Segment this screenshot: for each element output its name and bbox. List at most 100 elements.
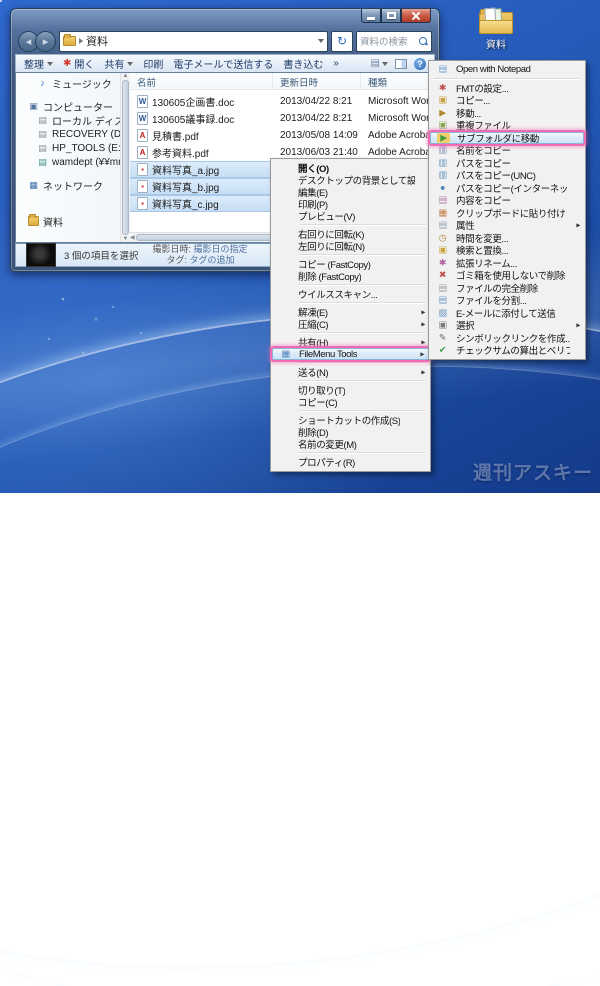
context-menu-item[interactable]: デスクトップの背景として設定(B) — [272, 174, 429, 186]
context-menu-item[interactable]: コピー (FastCopy) — [272, 258, 429, 270]
menu-item-label: パスをコピー(UNC) — [456, 171, 536, 182]
menu-item-label: パスをコピー(インターネット) — [456, 183, 570, 194]
sidebar-item[interactable]: ▤ RECOVERY (D:) — [16, 127, 120, 141]
context-menu-item[interactable]: 編集(E) — [272, 186, 429, 198]
submenu-item[interactable]: ▤ Open with Notepad — [430, 63, 584, 76]
submenu-item[interactable]: ▣ 重複ファイル — [430, 119, 584, 132]
breadcrumb-path[interactable]: 資料 — [86, 33, 108, 49]
menu-item-label: ウイルススキャン... — [298, 290, 378, 300]
file-modified: 2013/06/03 21:40 — [280, 147, 358, 158]
field-value[interactable]: 撮影日の指定 — [193, 244, 247, 254]
organize-button[interactable]: 整理 — [24, 56, 53, 71]
menu-item-label: 切り取り(T) — [298, 386, 346, 396]
submenu-item[interactable]: ▥ 名前をコピー — [430, 144, 584, 157]
share-button[interactable]: 共有 — [104, 56, 134, 71]
search-input[interactable]: 資料の検索 — [356, 30, 432, 52]
open-button[interactable]: ✱ 開く — [63, 56, 94, 71]
context-menu-item[interactable]: 右回りに回転(K) — [272, 228, 429, 240]
sidebar-item[interactable]: ▦ ネットワーク — [16, 178, 120, 193]
menu-item-label: Open with Notepad — [456, 63, 531, 75]
scrollbar-thumb[interactable] — [122, 80, 129, 235]
context-menu-item[interactable]: 左回りに回転(N) — [272, 240, 429, 252]
sidebar-item[interactable]: ♪ ミュージック — [16, 76, 120, 90]
column-header[interactable]: 更新日時 — [273, 73, 361, 89]
scroll-down-icon[interactable]: ▼ — [123, 236, 129, 242]
context-menu-item[interactable]: プロパティ(R) — [272, 456, 429, 468]
refresh-button[interactable]: ↻ — [331, 30, 353, 52]
context-menu-item[interactable]: 送る(N) ▸ — [272, 366, 429, 379]
context-menu-item[interactable]: コピー(C) — [272, 396, 429, 408]
burn-button[interactable]: 書き込む — [283, 56, 323, 71]
submenu-item[interactable]: ▤ ファイルを分割... — [430, 294, 584, 307]
file-name-cell: ▪ 資料写真_b.jpg — [130, 179, 273, 194]
address-dropdown-icon[interactable] — [318, 39, 324, 43]
context-menu-item[interactable]: プレビュー(V) — [272, 210, 429, 222]
preview-pane-button[interactable] — [395, 58, 407, 69]
context-menu-item[interactable]: 印刷(P) — [272, 198, 429, 210]
forward-button[interactable]: ▸ — [35, 30, 56, 52]
scroll-left-icon[interactable]: ◀ — [130, 234, 135, 241]
submenu-item[interactable]: ▥ パスをコピー — [430, 157, 584, 169]
address-bar[interactable]: 資料 — [59, 30, 328, 52]
file-row[interactable]: W 130605企画書.doc 2013/04/22 8:21 Microsoft W… — [130, 93, 434, 110]
context-menu-item[interactable]: 開く(O) — [272, 162, 429, 174]
minimize-button[interactable] — [361, 9, 381, 23]
submenu-item[interactable]: ✖ ゴミ箱を使用しないで削除 — [430, 269, 584, 282]
context-menu-item[interactable]: 解凍(E) ▸ — [272, 306, 429, 319]
help-button[interactable]: ? — [414, 57, 426, 70]
submenu-item[interactable]: ▦ クリップボードに貼り付け — [430, 207, 584, 219]
context-menu-item[interactable]: ▦ FileMenu Tools ▸ — [272, 348, 429, 360]
desktop-icon-shiryo[interactable]: 資料 — [466, 7, 526, 51]
sidebar-item[interactable]: ▤ wamdept (¥¥mmm-file.. — [16, 155, 120, 169]
sidebar-item[interactable]: ▤ HP_TOOLS (E:) — [16, 141, 120, 155]
menu-separator — [299, 362, 426, 364]
sidebar-scrollbar[interactable]: ▲ ▼ — [120, 73, 130, 242]
navigation-pane: ♪ミュージック ▣コンピューター▤ローカル ディスク (C:)▤RECOVERY … — [16, 73, 120, 242]
file-row[interactable]: A 見積書.pdf 2013/05/08 14:09 Adobe Acrobat ..… — [130, 127, 434, 144]
submenu-item[interactable]: ▤ 属性 ▸ — [430, 219, 584, 232]
email-button[interactable]: 電子メールで送信する — [173, 56, 273, 71]
sidebar-item[interactable]: ▣ コンピューター — [16, 99, 120, 114]
submenu-item[interactable]: ✎ シンボリックリンクを作成... — [430, 332, 584, 344]
context-menu-item[interactable]: 削除 (FastCopy) — [272, 270, 429, 282]
submenu-item[interactable]: ▣ 検索と置換... — [430, 244, 584, 257]
column-header[interactable]: 名前 — [130, 73, 273, 89]
menu-item-label: 選択 — [456, 321, 475, 332]
submenu-item[interactable]: ▥ パスをコピー(UNC) — [430, 169, 584, 182]
submenu-item[interactable]: ▧ E-メールに添付して送信 — [430, 307, 584, 319]
submenu-item[interactable]: ▣ 選択 ▸ — [430, 319, 584, 332]
submenu-item[interactable]: ✱ FMTの設定... — [430, 82, 584, 94]
context-menu-item[interactable]: ウイルススキャン... — [272, 288, 429, 300]
submenu-item[interactable]: ▤ 内容をコピー — [430, 194, 584, 207]
context-menu-item[interactable]: 圧縮(C) ▸ — [272, 318, 429, 331]
sidebar-item[interactable]: 資料 — [16, 214, 120, 228]
file-row[interactable]: W 130605議事録.doc 2013/04/22 8:21 Microsoft W… — [130, 110, 434, 127]
context-menu-item[interactable]: ショートカットの作成(S) — [272, 414, 429, 426]
menu-item-label: 拡張リネーム... — [456, 258, 518, 269]
menu-item-label: プレビュー(V) — [298, 212, 355, 222]
submenu-item[interactable]: ▶ 移動... — [430, 107, 584, 119]
context-menu-item[interactable]: 名前の変更(M) — [272, 438, 429, 450]
file-modified: 2013/04/22 8:21 — [280, 113, 353, 124]
submenu-item[interactable]: ✱ 拡張リネーム... — [430, 257, 584, 269]
submenu-item[interactable]: ▤ ファイルの完全削除 — [430, 282, 584, 294]
sidebar-item[interactable]: ▤ ローカル ディスク (C:) — [16, 113, 120, 128]
network-drive-icon: ▤ — [38, 156, 47, 167]
maximize-button[interactable] — [381, 9, 401, 23]
submenu-item[interactable]: ▶ サブフォルダに移動 — [430, 131, 584, 144]
submenu-item[interactable]: ✔ チェックサムの算出とベリファイ... — [430, 344, 584, 357]
context-menu-item[interactable]: 共有(H) ▸ — [272, 336, 429, 349]
scroll-up-icon[interactable]: ▲ — [123, 73, 129, 79]
column-header[interactable]: 種類 — [361, 73, 434, 89]
change-view-button[interactable]: ▤ — [371, 58, 388, 69]
field-value[interactable]: タグの追加 — [189, 255, 234, 265]
toolbar-overflow-button[interactable]: » — [333, 58, 339, 69]
submenu-item[interactable]: ▣ コピー... — [430, 94, 584, 107]
print-button[interactable]: 印刷 — [143, 56, 163, 71]
submenu-item[interactable]: ◷ 時間を変更... — [430, 232, 584, 244]
context-menu-item[interactable]: 切り取り(T) — [272, 384, 429, 396]
close-button[interactable] — [401, 9, 431, 23]
context-menu-item[interactable]: 削除(D) — [272, 426, 429, 438]
submenu-item[interactable]: ● パスをコピー(インターネット) — [430, 182, 584, 194]
music-icon: ♪ — [40, 78, 45, 88]
